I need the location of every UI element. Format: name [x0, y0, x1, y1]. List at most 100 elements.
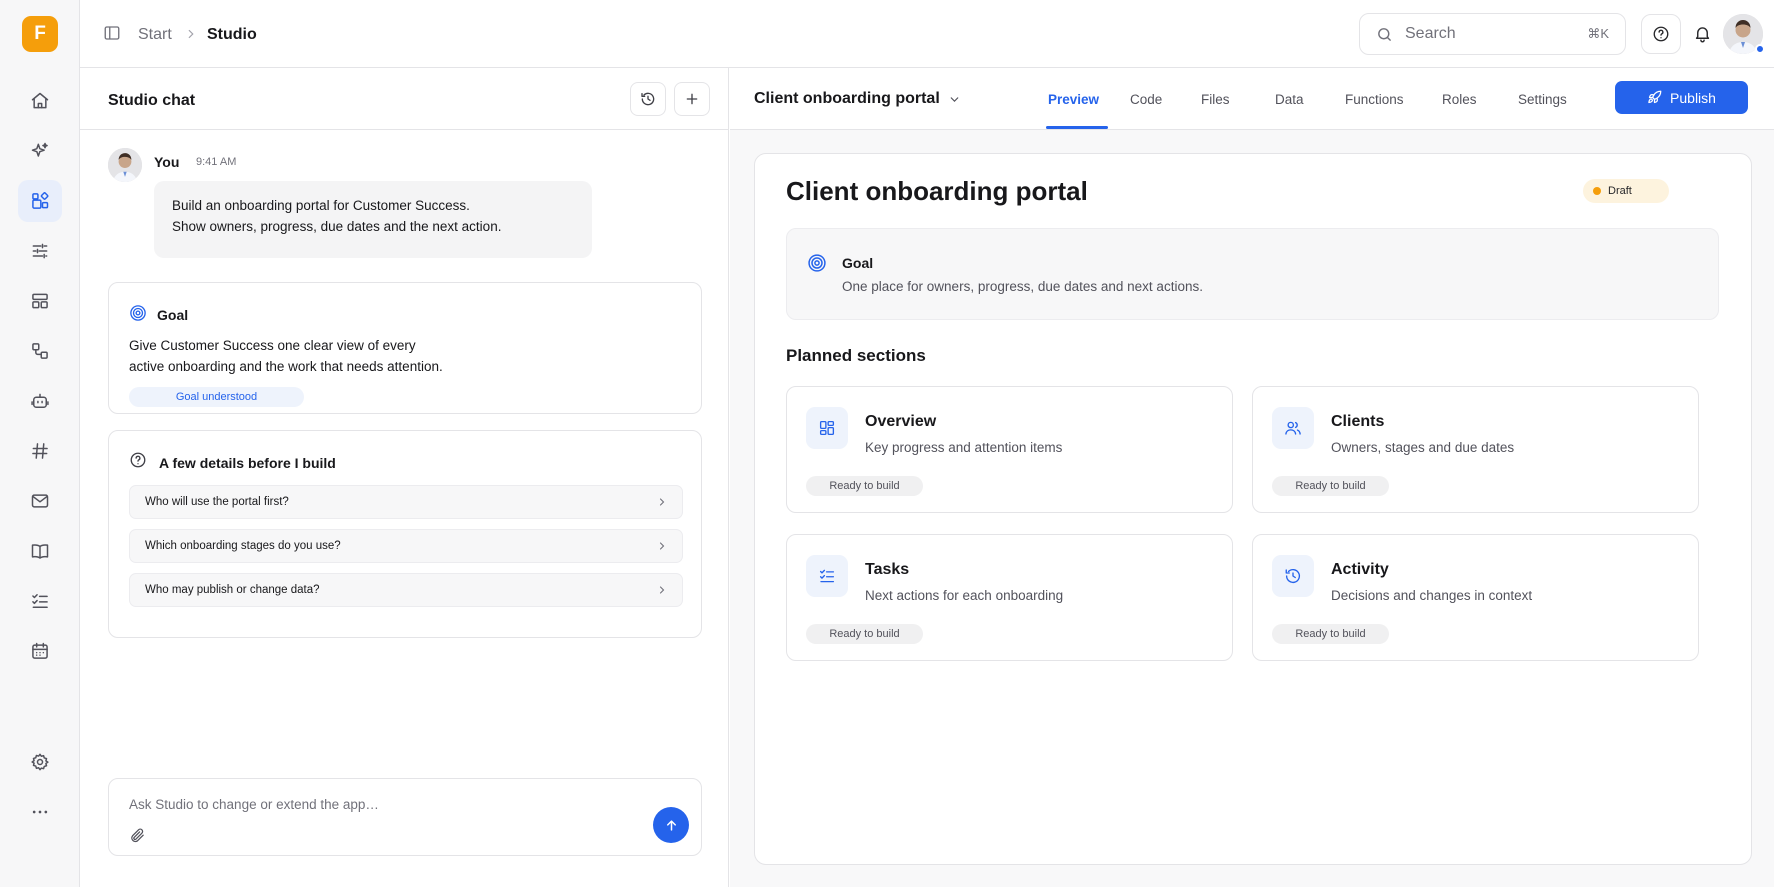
- rail-controls-button[interactable]: [18, 230, 62, 272]
- app-selector[interactable]: Client onboarding portal: [754, 90, 940, 108]
- rail-agents-button[interactable]: [18, 380, 62, 422]
- chat-history-button[interactable]: [630, 82, 666, 116]
- rail-apps-button[interactable]: [18, 180, 62, 222]
- rail-settings-button[interactable]: [18, 741, 62, 783]
- hash-icon: [32, 443, 48, 459]
- message-line: Show owners, progress, due dates and the…: [172, 219, 502, 234]
- section-card-clients[interactable]: Clients Owners, stages and due dates Rea…: [1252, 386, 1699, 513]
- section-card-overview[interactable]: Overview Key progress and attention item…: [786, 386, 1233, 513]
- help-button[interactable]: [1641, 14, 1681, 54]
- canvas-title: Client onboarding portal: [786, 176, 1088, 206]
- chevron-right-icon: [656, 540, 668, 552]
- publish-button[interactable]: Publish: [1615, 81, 1748, 114]
- top-bar: Start Studio Search ⌘K: [80, 0, 1774, 68]
- task-list-icon: [806, 555, 848, 597]
- section-description: Decisions and changes in context: [1331, 588, 1533, 603]
- publish-label: Publish: [1670, 89, 1716, 106]
- rail-more-button[interactable]: [18, 791, 62, 833]
- message-line: Build an onboarding portal for Customer …: [172, 198, 470, 213]
- rail-channels-button[interactable]: [18, 430, 62, 472]
- canvas-goal-text: One place for owners, progress, due date…: [842, 279, 1203, 294]
- apps-icon: [32, 192, 49, 209]
- section-description: Key progress and attention items: [865, 440, 1063, 455]
- sparkles-icon: [31, 142, 48, 157]
- arrow-up-icon: [666, 819, 676, 831]
- section-description: Next actions for each onboarding: [865, 588, 1064, 603]
- tab-functions[interactable]: Functions: [1345, 92, 1404, 107]
- tab-settings[interactable]: Settings: [1518, 92, 1567, 107]
- section-card-tasks[interactable]: Tasks Next actions for each onboarding R…: [786, 534, 1233, 661]
- app-logo[interactable]: F: [22, 16, 58, 52]
- composer-input[interactable]: Ask Studio to change or extend the app…: [129, 797, 379, 812]
- rail-calendar-button[interactable]: [18, 630, 62, 672]
- more-icon: [32, 810, 48, 814]
- chevron-right-icon: [656, 584, 668, 596]
- studio-chat-panel: Studio chat You 9:41 AM Build an onboard…: [80, 68, 729, 887]
- section-title: Activity: [1331, 561, 1389, 578]
- chat-header: Studio chat: [80, 68, 729, 130]
- breadcrumb-start[interactable]: Start: [138, 26, 172, 44]
- details-card: A few details before I build Who will us…: [108, 430, 702, 638]
- bell-icon: [1695, 27, 1710, 43]
- section-card-activity[interactable]: Activity Decisions and changes in contex…: [1252, 534, 1699, 661]
- message-avatar: [108, 148, 142, 182]
- tab-roles[interactable]: Roles: [1442, 92, 1477, 107]
- tab-data[interactable]: Data: [1275, 92, 1304, 107]
- message-time: 9:41 AM: [196, 156, 237, 168]
- rail-workflows-button[interactable]: [18, 330, 62, 372]
- question-row[interactable]: Which onboarding stages do you use?: [129, 529, 683, 563]
- goal-line: active onboarding and the work that need…: [129, 359, 443, 374]
- preview-header: Client onboarding portal Preview Code Fi…: [730, 68, 1774, 130]
- goal-line: Give Customer Success one clear view of …: [129, 338, 416, 353]
- paperclip-icon: [131, 828, 144, 843]
- rail-tasks-button[interactable]: [18, 580, 62, 622]
- section-title: Overview: [865, 413, 937, 430]
- question-row[interactable]: Who may publish or change data?: [129, 573, 683, 607]
- target-icon: [129, 304, 147, 322]
- bot-icon: [31, 393, 49, 408]
- tab-files[interactable]: Files: [1201, 92, 1230, 107]
- send-button[interactable]: [653, 807, 689, 843]
- search-icon: [1376, 26, 1393, 43]
- help-icon: [1653, 26, 1669, 42]
- online-status-dot: [1755, 44, 1765, 54]
- search-input[interactable]: Search ⌘K: [1359, 13, 1626, 55]
- rail-mail-button[interactable]: [18, 480, 62, 522]
- sliders-icon: [32, 243, 48, 259]
- book-icon: [31, 544, 49, 559]
- mail-icon: [31, 494, 49, 508]
- rail-home-button[interactable]: [18, 80, 62, 122]
- question-icon: [129, 451, 147, 469]
- checklist-icon: [32, 594, 48, 608]
- notifications-button[interactable]: [1693, 24, 1712, 43]
- message-author: You: [154, 154, 180, 170]
- tab-preview[interactable]: Preview: [1048, 92, 1099, 107]
- section-status-badge: Ready to build: [1272, 624, 1389, 644]
- status-badge: Draft: [1583, 179, 1669, 203]
- user-avatar[interactable]: [1723, 14, 1765, 54]
- breadcrumb-current: Studio: [207, 26, 257, 43]
- chevron-down-icon[interactable]: [948, 93, 961, 106]
- goal-title: Goal: [157, 307, 189, 323]
- planned-sections-title: Planned sections: [786, 346, 926, 365]
- calendar-icon: [32, 642, 48, 659]
- new-chat-button[interactable]: [674, 82, 710, 116]
- rail-layouts-button[interactable]: [18, 280, 62, 322]
- goal-understood-badge: Goal understood: [129, 387, 304, 407]
- rail-docs-button[interactable]: [18, 530, 62, 572]
- rail-ai-button[interactable]: [18, 130, 62, 172]
- sidebar-toggle-button[interactable]: [103, 24, 121, 42]
- section-status-badge: Ready to build: [806, 476, 923, 496]
- question-row[interactable]: Who will use the portal first?: [129, 485, 683, 519]
- status-dot: [1593, 187, 1601, 195]
- question-text: Who may publish or change data?: [145, 584, 320, 596]
- goal-text: Give Customer Success one clear view of …: [129, 335, 449, 377]
- tab-code[interactable]: Code: [1130, 92, 1162, 107]
- section-title: Tasks: [865, 561, 910, 578]
- rocket-icon: [1648, 90, 1662, 104]
- target-icon: [807, 253, 827, 273]
- chat-composer[interactable]: Ask Studio to change or extend the app…: [108, 778, 702, 856]
- attach-button[interactable]: [129, 827, 146, 844]
- layout-icon: [32, 293, 48, 309]
- goal-card: Goal Give Customer Success one clear vie…: [108, 282, 702, 414]
